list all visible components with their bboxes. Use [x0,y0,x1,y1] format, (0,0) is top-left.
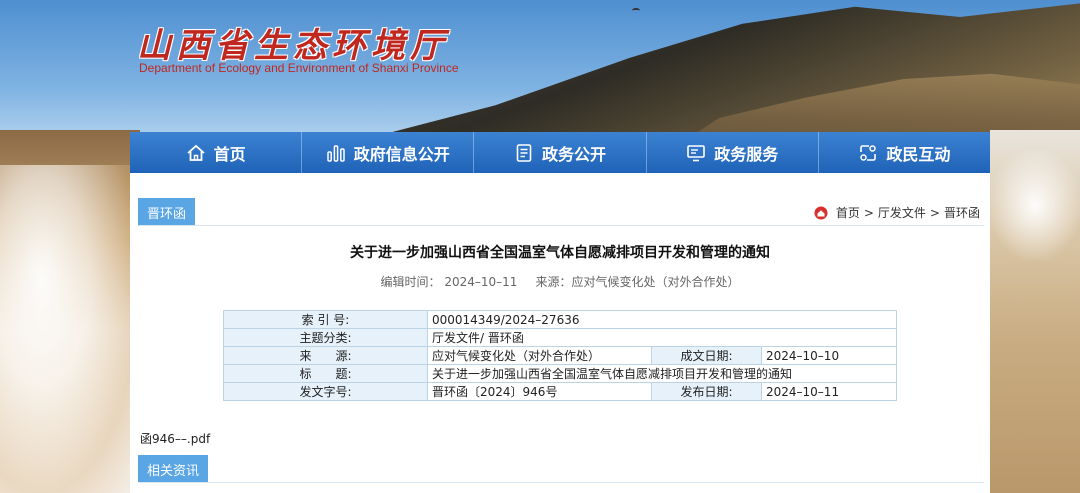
table-row: 来 源: 应对气候变化处（对外合作处） 成文日期: 2024–10–10 [223,346,897,365]
section-tab[interactable]: 晋环函 [138,198,196,226]
interaction-icon [860,144,877,161]
breadcrumb-home[interactable]: 首页 [836,204,860,221]
nav-item-gov-affairs[interactable]: 政务公开 [474,132,647,173]
breadcrumb-docs[interactable]: 厅发文件 [878,204,926,221]
breadcrumb-current[interactable]: 晋环函 [944,204,980,221]
mist-image [990,150,1080,260]
attachment-link[interactable]: 函946––.pdf [140,430,210,447]
home-icon [187,144,205,161]
index-value: 000014349/2024–27636 [427,310,897,329]
created-date-label: 成文日期: [651,346,762,365]
main-nav: 首页 政府信息公开 政务公开 政务服务 政民互动 [130,132,990,173]
monitor-icon [687,144,706,161]
content-panel: 晋环函 首页 > 厅发文件 > 晋环函 关于进一步加强山西省全国温室气体自愿减排… [130,173,990,493]
nav-item-gov-info[interactable]: 政府信息公开 [302,132,475,173]
title-label: 标 题: [223,364,428,383]
document-meta: 编辑时间： 2024–10–11 来源：应对气候变化处（对外合作处） [130,273,990,290]
title-value: 关于进一步加强山西省全国温室气体自愿减排项目开发和管理的通知 [427,364,897,383]
home-icon [814,206,828,219]
table-row: 发文字号: 晋环函〔2024〕946号 发布日期: 2024–10–11 [223,382,897,401]
breadcrumb-separator: > [929,205,940,220]
doc-number-label: 发文字号: [223,382,428,401]
site-title[interactable]: 山西省生态环境厅 [137,18,449,67]
nav-item-label: 首页 [213,144,246,164]
document-info-table: 索 引 号: 000014349/2024–27636 主题分类: 厅发文件/ … [223,310,897,401]
bird-image [632,8,640,13]
divider [138,482,984,483]
created-date-value: 2024–10–10 [761,346,897,365]
table-row: 标 题: 关于进一步加强山西省全国温室气体自愿减排项目开发和管理的通知 [223,364,897,383]
publish-date-value: 2024–10–11 [761,382,897,401]
table-row: 索 引 号: 000014349/2024–27636 [223,310,897,329]
site-subtitle: Department of Ecology and Environment of… [139,61,459,75]
source-value: 应对气候变化处（对外合作处） [427,346,652,365]
edit-time: 编辑时间： 2024–10–11 [380,275,518,289]
document-title: 关于进一步加强山西省全国温室气体自愿减排项目开发和管理的通知 [350,245,770,261]
topic-value: 厅发文件/ 晋环函 [427,328,897,347]
publish-date-label: 发布日期: [651,382,762,401]
chart-icon [327,144,345,162]
document-icon [516,143,532,162]
document-source: 来源：应对气候变化处（对外合作处） [535,275,740,289]
breadcrumb: 首页 > 厅发文件 > 晋环函 [814,204,980,221]
nav-item-label: 政府信息公开 [353,144,450,164]
nav-item-interaction[interactable]: 政民互动 [819,132,990,173]
topic-label: 主题分类: [223,328,428,347]
breadcrumb-separator: > [863,205,874,220]
nav-item-label: 政务公开 [542,144,607,164]
index-label: 索 引 号: [223,310,428,329]
divider [138,225,984,226]
table-row: 主题分类: 厅发文件/ 晋环函 [223,328,897,347]
doc-number-value: 晋环函〔2024〕946号 [427,382,652,401]
nav-item-home[interactable]: 首页 [130,132,303,173]
nav-item-gov-services[interactable]: 政务服务 [647,132,819,173]
related-news-tab[interactable]: 相关资讯 [138,455,209,483]
source-label: 来 源: [223,346,428,365]
waterfall-image [0,165,140,493]
nav-item-label: 政民互动 [886,144,951,164]
nav-item-label: 政务服务 [714,144,779,164]
